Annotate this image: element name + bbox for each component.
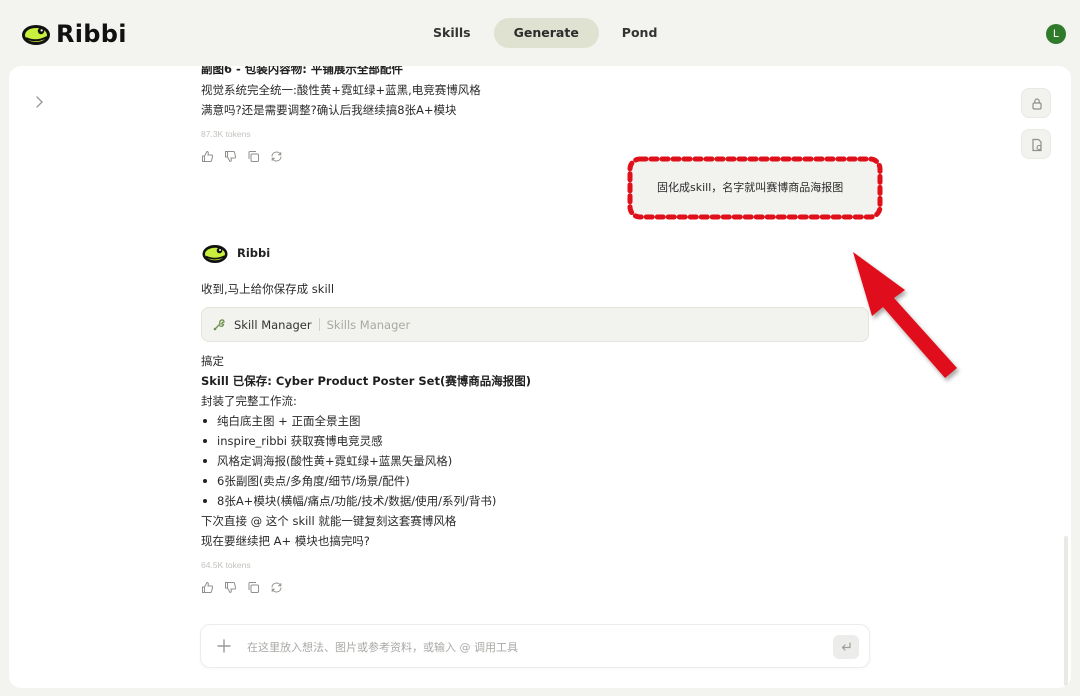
message-actions	[201, 579, 293, 594]
list-item: inspire_ribbi 获取赛博电竞灵感	[201, 433, 383, 449]
side-tool-button-bottom[interactable]	[1021, 129, 1051, 159]
chevron-right-icon[interactable]	[31, 94, 47, 110]
thumbs-down-icon[interactable]	[224, 579, 237, 594]
copy-icon[interactable]	[247, 579, 260, 593]
bot-next-line: 下次直接 @ 这个 skill 就能一键复刻这套赛博风格	[201, 514, 457, 528]
refresh-icon[interactable]	[270, 148, 283, 162]
plus-icon[interactable]	[215, 637, 233, 655]
prev-message-line: 视觉系统完全统一:酸性黄+霓虹绿+蓝黑,电竞赛博风格	[201, 83, 481, 97]
tab-pond[interactable]: Pond	[605, 18, 675, 48]
bot-workflow-intro: 封装了完整工作流:	[201, 394, 297, 408]
main-nav: Skills Generate Pond	[416, 18, 680, 48]
token-count: 87.3K tokens	[201, 129, 251, 139]
bot-question: 现在要继续把 A+ 模块也搞完吗?	[201, 534, 370, 548]
tool-subtitle: Skills Manager	[326, 317, 411, 332]
bot-skill-saved: Skill 已保存: Cyber Product Poster Set(赛博商品…	[201, 374, 531, 388]
thumbs-up-icon[interactable]	[201, 148, 214, 162]
bot-avatar-icon	[202, 245, 228, 263]
document-settings-icon	[1032, 138, 1042, 152]
bot-intro: 收到,马上给你保存成 skill	[201, 282, 335, 296]
chat-input-box	[200, 624, 870, 668]
list-item: 纯白底主图 + 正面全景主图	[201, 413, 360, 429]
enter-icon	[841, 642, 851, 651]
bot-done: 搞定	[201, 354, 224, 368]
refresh-icon[interactable]	[270, 579, 283, 593]
top-bar: Ribbi Skills Generate Pond L	[0, 0, 1080, 66]
thumbs-down-icon[interactable]	[224, 148, 237, 163]
thumbs-up-icon[interactable]	[201, 579, 214, 593]
chat-panel: 副图6 - 包装内容物: 平铺展示全部配件 视觉系统完全统一:酸性黄+霓虹绿+蓝…	[9, 66, 1071, 688]
brand-logo[interactable]: Ribbi	[20, 20, 127, 48]
brand-name: Ribbi	[56, 20, 127, 48]
list-item: 8张A+模块(横幅/痛点/功能/技术/数据/使用/系列/背书)	[201, 493, 496, 509]
chat-input[interactable]	[247, 637, 807, 657]
list-item: 6张副图(卖点/多角度/细节/场景/配件)	[201, 473, 410, 489]
prev-message-line: 满意吗?还是需要调整?确认后我继续搞8张A+模块	[201, 103, 457, 117]
copy-icon[interactable]	[247, 148, 260, 162]
bot-name: Ribbi	[237, 246, 271, 260]
bot-message-header: Ribbi	[201, 242, 270, 264]
frog-logo-icon	[22, 25, 50, 45]
tool-icon	[213, 318, 225, 330]
send-button[interactable]	[833, 635, 859, 659]
scrollbar-thumb[interactable]	[1064, 536, 1068, 686]
list-item: 风格定调海报(酸性黄+霓虹绿+蓝黑矢量风格)	[201, 453, 452, 469]
user-avatar[interactable]: L	[1046, 24, 1066, 44]
user-message-bubble: 固化成skill，名字就叫赛博商品海报图	[631, 158, 879, 218]
tool-call-card[interactable]: Skill Manager Skills Manager	[201, 307, 869, 342]
tab-skills[interactable]: Skills	[416, 18, 488, 48]
message-actions	[201, 148, 293, 163]
prev-message-line: 副图6 - 包装内容物: 平铺展示全部配件	[201, 66, 403, 76]
token-count: 64.5K tokens	[201, 560, 251, 570]
tab-generate[interactable]: Generate	[493, 18, 599, 48]
tool-name: Skill Manager	[234, 317, 312, 332]
cloud-lock-icon	[1032, 98, 1042, 110]
side-tool-button-top[interactable]	[1021, 88, 1051, 118]
tool-divider	[318, 318, 320, 331]
